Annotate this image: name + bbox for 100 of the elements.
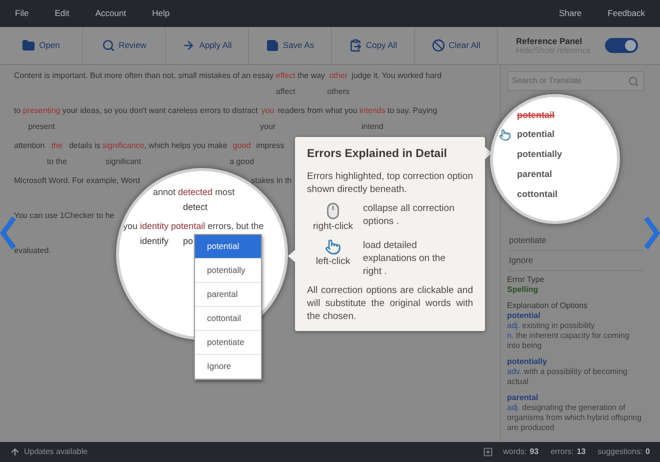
reference-toggle[interactable] <box>604 38 638 53</box>
error-word[interactable]: good <box>232 139 251 155</box>
correction-text[interactable]: intend <box>362 121 384 133</box>
hand-pointer-icon <box>325 239 341 255</box>
error-word[interactable]: potentail <box>171 219 206 234</box>
action-label: left-click <box>316 255 350 268</box>
option-word: potentially <box>507 357 548 367</box>
definition-text: adj. designating the generation of organisms from which hybrid offspring are produced <box>507 403 643 433</box>
option-item[interactable]: potentially <box>517 148 562 162</box>
correction-text[interactable]: identify <box>140 235 169 247</box>
error-type: Spelling <box>507 285 540 295</box>
sentence-text: to <box>14 105 21 117</box>
menu-item[interactable]: Share <box>558 7 582 20</box>
dropdown-option[interactable]: cottontail <box>195 307 261 331</box>
menu-item[interactable]: Feedback <box>608 7 645 20</box>
menu-item[interactable]: Account <box>95 7 126 20</box>
section-label: Explanation of Options <box>507 301 588 311</box>
dropdown-option[interactable]: potentially <box>195 259 261 283</box>
option-word: parental <box>507 393 540 403</box>
correction-text[interactable]: a good <box>230 156 254 168</box>
correction-text[interactable]: detect <box>183 201 208 213</box>
menu-item[interactable]: Help <box>152 7 170 20</box>
sentence-text: Microsoft Word. For example, Word <box>14 175 140 187</box>
dropdown-option[interactable]: potentiate <box>195 331 261 355</box>
sentence-text: you <box>123 220 138 233</box>
option-word: potential <box>507 311 542 321</box>
option-item[interactable]: cottontail <box>517 188 558 202</box>
update-notice[interactable]: Updates available <box>24 446 88 458</box>
sentence-text: most <box>215 186 235 199</box>
toolbar-button[interactable]: Apply All <box>178 39 236 52</box>
tooltip-text: All correction options are clickable and will substitute the original words with the chosen. <box>307 284 473 323</box>
stat-label: suggestions: <box>598 446 643 458</box>
dropdown-option[interactable]: Ignore <box>195 355 261 379</box>
error-word[interactable]: identity <box>140 219 169 234</box>
misspelled-word: potentail <box>517 109 556 122</box>
error-word[interactable]: presenting <box>22 104 60 120</box>
sentence-text: stakes in th <box>251 175 292 187</box>
definition-text: n. the inherent capacity for coming into being <box>507 331 630 351</box>
sentence-text: the way <box>297 70 326 82</box>
sentence-text: impress <box>256 140 284 152</box>
error-word[interactable]: intends <box>360 104 386 120</box>
tip-text: load detailed explanations on the right . <box>363 239 446 278</box>
error-word[interactable]: effect <box>276 69 296 85</box>
add-icon[interactable] <box>483 447 494 457</box>
correction-text[interactable]: affect <box>276 86 296 98</box>
dropdown-option[interactable]: parental <box>195 283 261 307</box>
tooltip-title: Errors Explained in Detail <box>307 147 448 162</box>
dropdown-option[interactable]: potential <box>195 235 261 259</box>
option-item[interactable]: parental <box>517 168 552 182</box>
error-word[interactable]: detected <box>178 185 213 200</box>
correction-text[interactable]: significant <box>106 156 142 168</box>
mouse-icon <box>324 202 342 220</box>
clipboard-icon <box>348 39 362 52</box>
option-item[interactable]: potential <box>517 128 554 142</box>
sentence-text: your ideas, so you don't want careless errors to distract <box>62 105 258 117</box>
correction-text[interactable]: others <box>327 86 350 98</box>
folder-icon <box>22 39 36 52</box>
clear-icon <box>432 39 445 52</box>
sentence-text: judge it. You worked hard <box>352 70 442 82</box>
definition-text: adj. existing in possibility <box>507 321 595 331</box>
sentence-text: errors, but the <box>208 220 264 233</box>
sentence-text: details is <box>69 140 100 152</box>
search-icon <box>102 39 115 52</box>
arrow-right-icon <box>182 39 196 52</box>
option-item[interactable]: Ignore <box>507 251 644 271</box>
error-word[interactable]: the <box>51 139 62 155</box>
menu-item[interactable]: File <box>15 7 29 20</box>
chevron-left-icon[interactable] <box>0 216 16 250</box>
toolbar-button[interactable]: Open <box>18 39 64 52</box>
error-word[interactable]: you <box>261 104 274 120</box>
toolbar-button[interactable]: Review <box>98 39 150 52</box>
sentence-text: annot <box>153 186 176 199</box>
sentence-text: attention <box>14 140 45 152</box>
search-icon[interactable] <box>628 76 639 86</box>
tip-text: collapse all correction options . <box>363 202 456 228</box>
correction-text[interactable]: present <box>28 121 55 133</box>
definition-text: adv. with a possibility of becoming actual <box>507 367 628 387</box>
correction-text[interactable]: to the <box>46 156 67 168</box>
action-label: right-click <box>312 220 354 233</box>
tooltip-text: Errors highlighted, top correction option shown directly beneath. <box>307 170 473 196</box>
sentence-text: You can use 1Checker to he <box>14 210 114 222</box>
chevron-right-icon[interactable] <box>644 216 660 250</box>
correction-text[interactable]: your <box>260 121 276 133</box>
toolbar-button[interactable]: Copy All <box>344 39 402 52</box>
toolbar-button[interactable]: Clear All <box>428 39 484 52</box>
error-word[interactable]: other <box>329 69 348 85</box>
sentence-text: to say. Paying <box>388 105 438 117</box>
stat-label: words: <box>503 446 527 458</box>
stat-value: 13 <box>576 446 586 458</box>
save-icon <box>266 39 279 52</box>
toolbar-button[interactable]: Save As <box>262 39 318 52</box>
sentence-text: readers from what you <box>278 105 358 117</box>
correction-text[interactable]: po <box>183 235 194 247</box>
stat-label: errors: <box>550 446 574 458</box>
error-word[interactable]: significance <box>102 139 144 155</box>
sentence-text: evaluated. <box>14 245 51 257</box>
sentence-text: Content is important. But more often than not, small mistakes of an essay <box>14 70 274 82</box>
option-item[interactable]: potentiate <box>507 231 644 251</box>
upload-arrow-icon <box>10 447 20 457</box>
menu-item[interactable]: Edit <box>54 7 70 20</box>
